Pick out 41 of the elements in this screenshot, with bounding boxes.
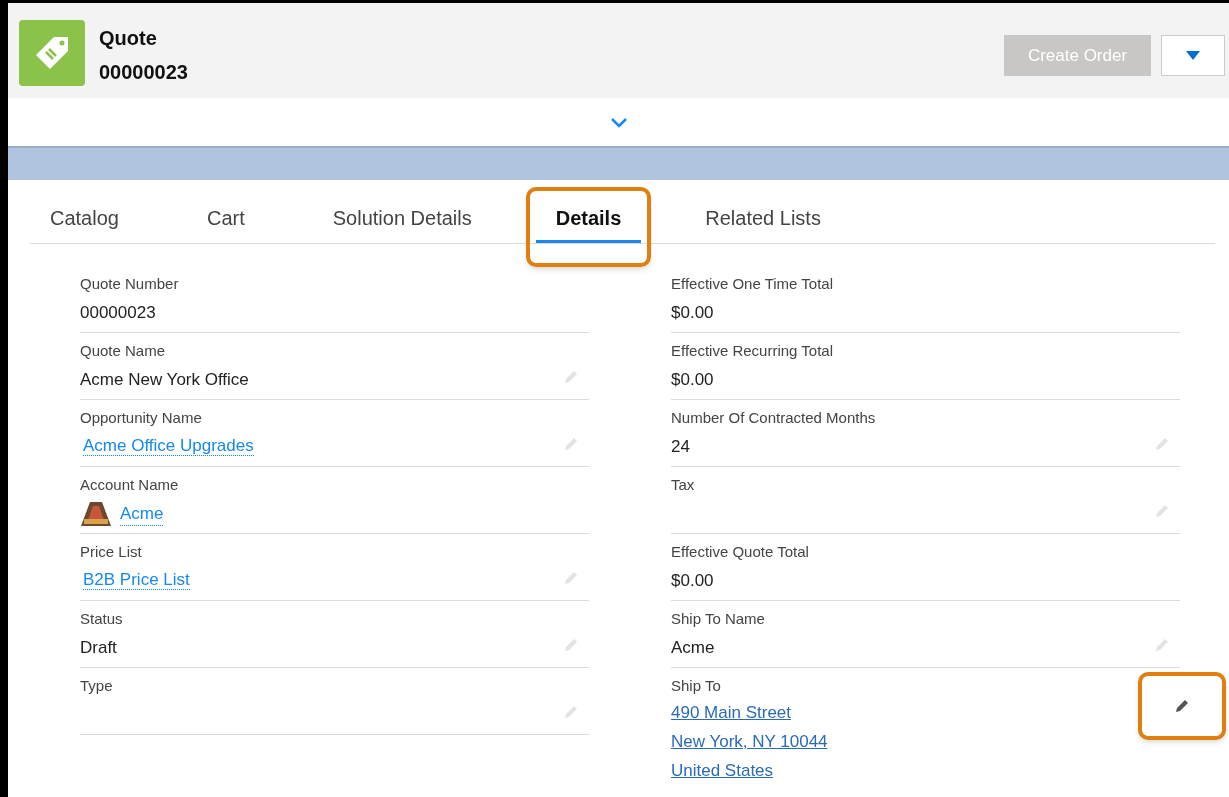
tab[interactable]: Related Lists [685, 195, 841, 243]
field-label: Effective Quote Total [671, 542, 810, 562]
field-value: Acme New York Office [80, 370, 249, 389]
field-label: Tax [671, 475, 696, 495]
record-number: 00000023 [99, 60, 188, 85]
field-label: Status [80, 609, 124, 629]
field-label: Effective One Time Total [671, 274, 835, 294]
field-label: Type [80, 676, 114, 696]
object-label: Quote [99, 26, 158, 51]
record-link[interactable]: B2B Price List [83, 570, 190, 590]
caret-icon [1186, 51, 1200, 60]
tab[interactable]: Details [535, 195, 642, 243]
field-label: Quote Number [80, 274, 180, 294]
tab[interactable]: Cart [186, 195, 265, 243]
field-label: Price List [80, 542, 143, 562]
field-value: $0.00 [671, 303, 714, 322]
field-value: $0.00 [671, 370, 714, 389]
more-actions-button[interactable] [1161, 35, 1225, 76]
address-link[interactable]: 490 Main Street [671, 702, 828, 724]
field-value: Draft [80, 638, 117, 657]
expand-chevron-icon[interactable] [609, 116, 628, 128]
record-link[interactable]: Acme Office Upgrades [83, 436, 254, 456]
field-label: Opportunity Name [80, 408, 203, 428]
field-label: Account Name [80, 475, 180, 495]
field-value: 24 [671, 437, 690, 456]
record-link[interactable]: Acme [120, 502, 164, 526]
field-label: Number Of Contracted Months [671, 408, 877, 428]
field-value: Acme [671, 638, 715, 657]
field-label: Ship To Name [671, 609, 766, 629]
address-link[interactable]: New York, NY 10044 [671, 731, 828, 753]
field-label: Quote Name [80, 341, 167, 361]
field-value: 00000023 [80, 303, 156, 322]
quote-tag-icon [19, 20, 85, 86]
tab[interactable]: Solution Details [312, 195, 492, 243]
account-logo-icon [80, 501, 112, 527]
field-label: Ship To [671, 676, 722, 696]
field-label: Effective Recurring Total [671, 341, 835, 361]
address-link[interactable]: United States [671, 760, 828, 782]
tab[interactable]: Catalog [30, 195, 139, 243]
edit-pencil-icon[interactable] [1174, 698, 1190, 714]
field-value: $0.00 [671, 571, 714, 590]
